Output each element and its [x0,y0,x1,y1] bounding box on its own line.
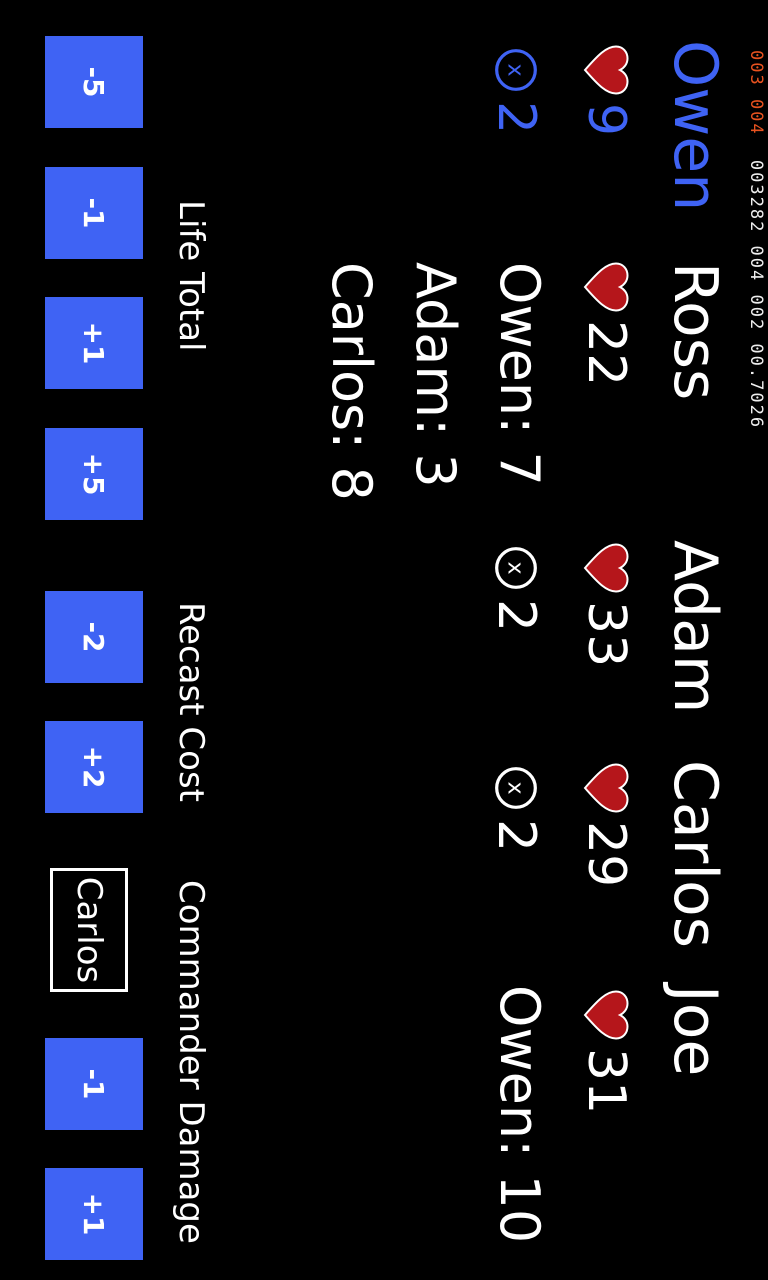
life-plus-1-button[interactable]: +1 [45,297,143,389]
player-name-carlos[interactable]: Carlos [660,760,730,948]
commander-tax-icon: x [495,49,537,91]
recast-cost-label: Recast Cost [171,602,211,802]
player-name-adam[interactable]: Adam [660,540,730,713]
heart-icon [583,990,629,1040]
heart-icon [583,45,629,95]
commander-tax-icon: x [495,767,537,809]
commander-damage-label: Commander Damage [171,880,211,1244]
commander-damage-ross-owen: Owen: 7 [488,262,551,486]
life-stat-adam: 33 [576,543,636,667]
commander-select[interactable]: Carlos [50,868,128,992]
heart-icon [583,262,629,312]
commander-select-value: Carlos [69,876,109,984]
life-minus-5-button[interactable]: -5 [45,36,143,128]
recast-stat-carlos: x 2 [486,765,546,852]
player-name-ross[interactable]: Ross [660,262,730,400]
damage-minus-1-button[interactable]: -1 [45,1038,143,1130]
heart-icon [583,543,629,593]
player-name-joe[interactable]: Joe [660,985,730,1076]
screen-root: 003 004 003282 004 002 00.7026 Owen Ross… [0,0,768,1280]
player-name-owen[interactable]: Owen [660,40,730,211]
life-stat-owen: 9 [576,45,636,136]
recast-stat-owen: x 2 [486,47,546,134]
svg-text:x: x [503,561,528,574]
heart-icon [583,763,629,813]
status-text: 003 004 003282 004 002 00.7026 [746,50,766,430]
recast-minus-2-button[interactable]: -2 [45,591,143,683]
life-stat-joe: 31 [576,990,636,1114]
commander-tax-icon: x [495,547,537,589]
commander-damage-ross-adam: Adam: 3 [404,262,467,488]
life-minus-1-button[interactable]: -1 [45,167,143,259]
svg-text:x: x [503,781,528,794]
svg-text:x: x [503,63,528,76]
recast-plus-2-button[interactable]: +2 [45,721,143,813]
commander-damage-ross-carlos: Carlos: 8 [320,262,383,501]
life-stat-ross: 22 [576,262,636,386]
commander-damage-joe-owen: Owen: 10 [488,985,551,1244]
recast-stat-adam: x 2 [486,545,546,632]
life-total-label: Life Total [171,200,211,352]
life-stat-carlos: 29 [576,763,636,887]
life-plus-5-button[interactable]: +5 [45,428,143,520]
damage-plus-1-button[interactable]: +1 [45,1168,143,1260]
